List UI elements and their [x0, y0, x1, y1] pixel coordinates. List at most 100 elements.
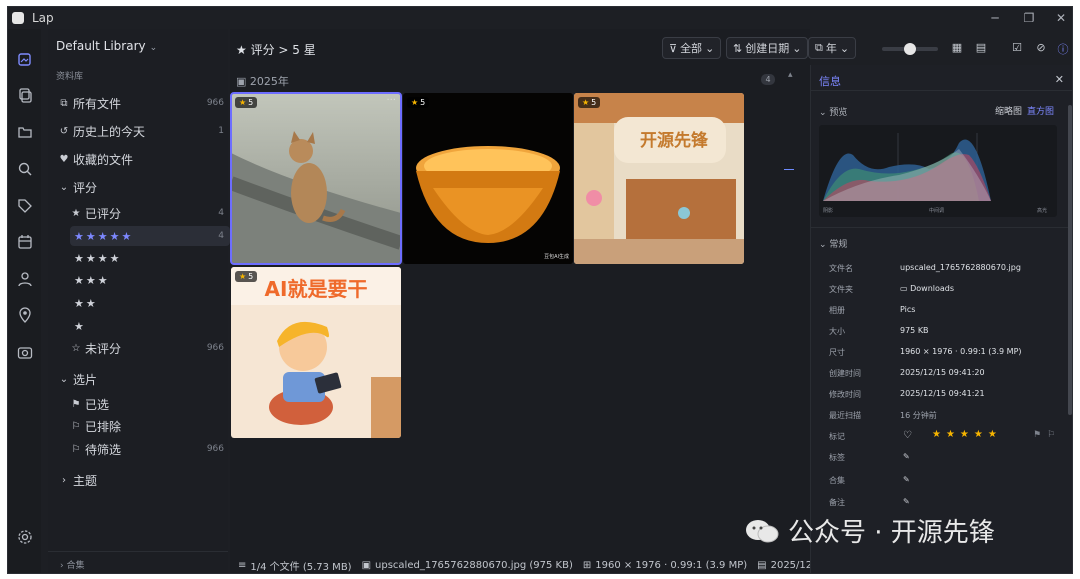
row-value[interactable]: ▭ Downloads	[900, 284, 954, 293]
sidebar-item-4-stars[interactable]: ★★★★	[70, 248, 230, 268]
minimize-icon[interactable]: ─	[978, 7, 1012, 29]
histogram-label: 中间调	[929, 208, 945, 214]
close-window-icon[interactable]: ✕	[1044, 7, 1072, 29]
rating-stars[interactable]: ★★★★★	[932, 429, 1002, 440]
link-icon[interactable]: ⊘	[1034, 41, 1048, 55]
calendar-icon: ▤	[757, 559, 767, 571]
row-key: 标记	[829, 432, 845, 441]
image-card[interactable]: ★ 5 AI就是要干	[231, 267, 401, 438]
thumbnail-caption: 豆包AI生成	[544, 254, 569, 260]
tag-icon[interactable]	[16, 197, 34, 215]
flag-off-icon[interactable]: ⚐	[1047, 430, 1055, 440]
sidebar-item-1-star[interactable]: ★	[70, 316, 230, 336]
sidebar-item-3-stars[interactable]: ★★★	[70, 270, 230, 290]
sidebar-item-rejected[interactable]: ⚐ 已排除	[70, 416, 230, 436]
sidebar-item-5-stars[interactable]: ★★★★★ 4	[70, 226, 230, 246]
sidebar-item-picked[interactable]: ⚑ 已选	[70, 394, 230, 414]
histogram-graph	[823, 133, 991, 201]
filter-dropdown[interactable]: ⊽ 全部 ⌄	[662, 37, 722, 59]
sidebar-item-2-stars[interactable]: ★★	[70, 293, 230, 313]
library-icon[interactable]	[16, 50, 34, 68]
sidebar-item-on-this-day[interactable]: ↺ 历史上的今天 1	[58, 121, 230, 141]
thumbnail-caption: 开源先锋	[640, 131, 708, 151]
settings-icon[interactable]	[16, 528, 34, 546]
histogram-label: 高光	[1037, 208, 1048, 214]
item-count: 4	[218, 208, 224, 218]
info-icon[interactable]: ⓘ	[1056, 41, 1070, 56]
rating-group-toggle[interactable]: ⌄ 评分	[58, 177, 230, 197]
more-options-icon[interactable]: ···	[386, 95, 396, 106]
theme-group-toggle[interactable]: › 主题	[58, 470, 230, 490]
folders-icon[interactable]	[16, 86, 34, 104]
grid-view-icon[interactable]: ▦	[950, 41, 964, 55]
nav-rail	[8, 29, 41, 573]
app-logo-icon	[12, 12, 24, 24]
search-icon[interactable]	[16, 160, 34, 178]
sidebar-item-unrated[interactable]: ☆ 未评分 966	[70, 338, 230, 358]
zoom-slider[interactable]	[882, 43, 938, 55]
zoom-slider-knob[interactable]	[904, 43, 916, 55]
collections-footer[interactable]: › 合集	[48, 551, 228, 573]
info-row: 文件夹 ▭ Downloads	[829, 284, 1069, 298]
edit-collection-icon[interactable]: ✎	[903, 475, 910, 484]
star-outline-icon: ☆	[71, 342, 81, 354]
calendar-icon[interactable]	[16, 233, 34, 251]
status-bar: ≡ 1/4 个文件 (5.73 MB) ▣ upscaled_17657628806…	[230, 557, 810, 573]
item-count: 966	[206, 444, 224, 454]
info-row: 修改时间 2025/12/15 09:41:21	[829, 389, 1069, 403]
info-panel: 信息 ✕ ⌄ 预览 缩略图 直方图 阴影 中间调 高光 ⌄ 常规 文件名 upsc…	[810, 65, 1072, 573]
histogram: 阴影 中间调 高光	[819, 125, 1057, 217]
sort-dropdown[interactable]: ⇅ 创建日期 ⌄	[726, 37, 809, 59]
sidebar-item-unflagged[interactable]: ⚐ 待筛选 966	[70, 439, 230, 459]
rating-badge: ★ 5	[407, 97, 430, 108]
camera-icon[interactable]	[16, 343, 34, 361]
info-row: 标签 ✎	[829, 452, 1069, 466]
sidebar-item-label: 已评分	[85, 206, 122, 221]
edit-note-icon[interactable]: ✎	[903, 497, 910, 506]
info-scrollbar[interactable]	[1068, 105, 1072, 415]
select-checkbox-icon[interactable]: ☑	[1010, 41, 1024, 55]
tab-histogram[interactable]: 直方图	[1027, 104, 1054, 117]
group-label: 年	[825, 42, 837, 55]
person-icon[interactable]	[16, 270, 34, 288]
scroll-up-icon[interactable]: ▴	[788, 70, 793, 80]
sidebar-item-label: 历史上的今天	[73, 124, 146, 139]
info-row: 备注 ✎	[829, 497, 1069, 511]
star-icon: ★	[71, 207, 81, 219]
info-row: 尺寸 1960 × 1976 · 0.99:1 (3.9 MP)	[829, 347, 1069, 361]
wechat-icon	[746, 519, 779, 542]
tab-thumbnail[interactable]: 缩略图	[995, 104, 1022, 117]
filter-icon: ⊽	[669, 41, 678, 55]
sidebar-item-rated[interactable]: ★ 已评分 4	[70, 203, 230, 223]
info-title: 信息	[819, 75, 841, 88]
info-row: 文件名 upscaled_1765762880670.jpg	[829, 263, 1069, 277]
group-label: 评分	[73, 180, 98, 195]
year-label: 2025年	[249, 75, 289, 88]
pick-group-toggle[interactable]: ⌄ 选片	[58, 369, 230, 389]
image-card[interactable]: ★ 5 ···	[230, 92, 402, 265]
image-card[interactable]: ★ 5 开源先锋	[574, 93, 744, 264]
row-key: 文件夹	[829, 285, 853, 294]
restore-icon[interactable]: ❐	[1012, 7, 1046, 29]
library-selector[interactable]: Default Library ⌄	[56, 39, 157, 53]
sidebar-item-all-files[interactable]: ⧉ 所有文件 966	[58, 93, 230, 113]
location-icon[interactable]	[16, 306, 34, 324]
row-key: 合集	[829, 476, 845, 485]
info-row: 相册 Pics	[829, 305, 1069, 319]
preview-section-toggle[interactable]: ⌄ 预览	[819, 105, 847, 118]
heart-outline-icon[interactable]: ♡	[903, 430, 912, 441]
section-label: 预览	[829, 108, 848, 118]
group-dropdown[interactable]: ⧉ 年 ⌄	[808, 37, 857, 59]
edit-tags-icon[interactable]: ✎	[903, 452, 910, 461]
image-icon: ▣	[361, 559, 372, 571]
general-section-toggle[interactable]: ⌄ 常规	[819, 237, 847, 250]
folder-search-icon[interactable]	[16, 123, 34, 141]
group-icon: ⧉	[815, 41, 823, 54]
image-card[interactable]: ★ 5 豆包AI生成	[403, 93, 573, 264]
sidebar-item-favorites[interactable]: ♥ 收藏的文件	[58, 149, 230, 169]
info-row-mark: 标记 ♡ ★★★★★ ⚑ ⚐	[829, 429, 1069, 445]
divider	[811, 227, 1072, 228]
close-icon[interactable]: ✕	[1055, 73, 1064, 86]
flag-icon[interactable]: ⚑	[1033, 430, 1041, 440]
timeline-view-icon[interactable]: ▤	[974, 41, 988, 55]
